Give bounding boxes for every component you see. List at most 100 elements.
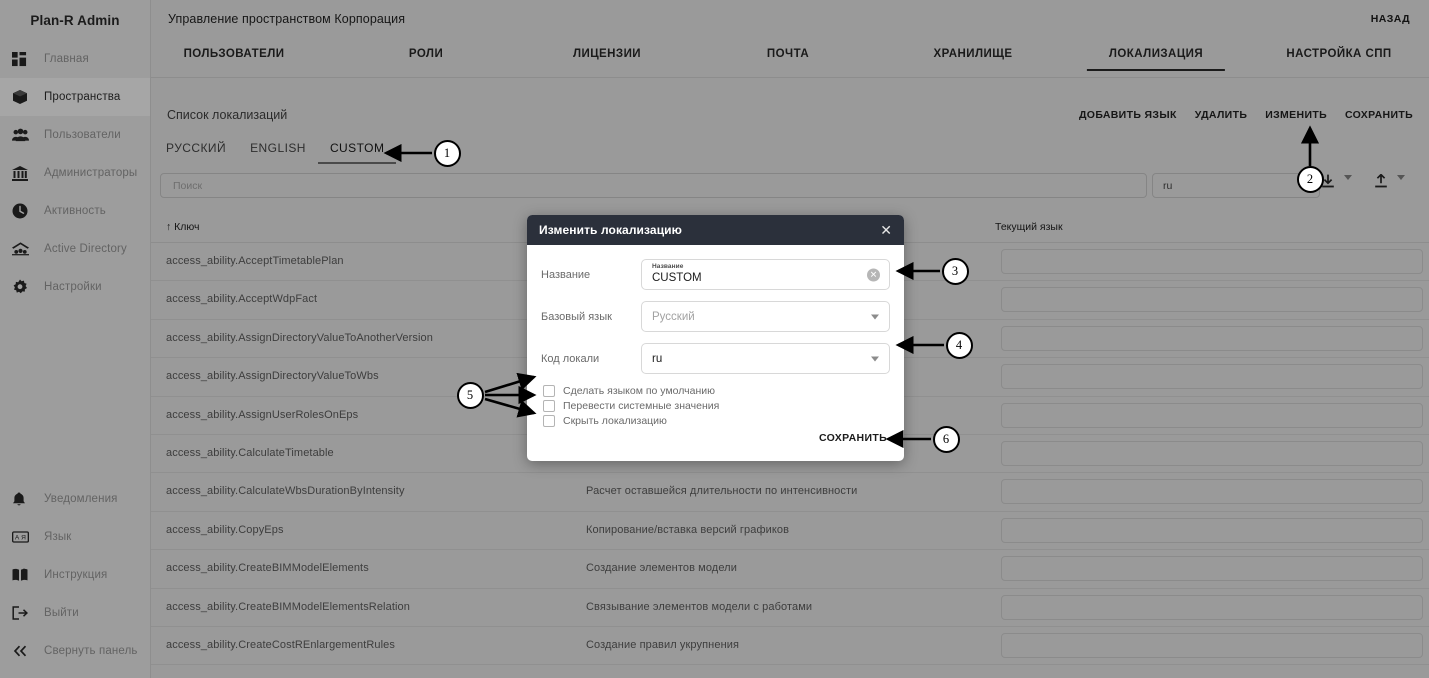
field-label-name: Название [541,268,591,281]
chevron-down-icon [1301,183,1309,188]
sidebar-item-nastroyki[interactable]: Настройки [0,268,150,306]
sidebar-item-yazyk[interactable]: AЯ Язык [0,518,151,556]
table-row[interactable]: access_ability.CalculateWbsDurationByInt… [151,473,1429,512]
table-row[interactable]: access_ability.CopyEps Копирование/вставк… [151,512,1429,551]
checkbox-hide-localization[interactable] [543,415,555,427]
tab-licenzii[interactable]: ЛИЦЕНЗИИ [573,48,641,69]
download-menu-caret-icon[interactable] [1344,175,1352,198]
tab-lokalizaciya[interactable]: ЛОКАЛИЗАЦИЯ [1086,48,1226,71]
cell-description: Связывание элементов модели с работами [586,600,813,613]
directory-icon [12,242,38,256]
tab-pochta[interactable]: ПОЧТА [767,48,809,69]
book-icon [12,568,38,582]
tab-polzovateli[interactable]: ПОЛЬЗОВАТЕЛИ [184,48,285,69]
edit-button[interactable]: ИЗМЕНИТЬ [1265,109,1327,121]
dialog-save-button[interactable]: СОХРАНИТЬ [819,432,887,444]
checkbox-row-translate-system-values[interactable]: Перевести системные значения [543,400,890,412]
cell-description: Копирование/вставка версий графиков [586,523,790,536]
cell-translation-input[interactable] [1001,287,1423,313]
table-row[interactable]: access_ability.CreateBIMModelElementsRel… [151,589,1429,627]
sidebar-bottom-group: Уведомления AЯ Язык Инструкция Выйти Све… [0,480,151,670]
edit-localization-dialog: Изменить локализацию ✕ Название Название… [527,215,904,461]
cell-key: access_ability.AssignUserRolesOnEps [166,408,359,421]
gear-icon [12,279,38,295]
delete-button[interactable]: УДАЛИТЬ [1195,109,1248,121]
cell-key: access_ability.CreateBIMModelElements [166,562,369,575]
table-row[interactable]: access_ability.CreateCostREnlargementRul… [151,627,1429,666]
chevron-down-icon [871,314,879,319]
dialog-header: Изменить локализацию ✕ [527,215,904,245]
dashboard-icon [12,51,38,67]
cell-translation-input[interactable] [1001,402,1423,428]
sidebar-item-instrukciya[interactable]: Инструкция [0,556,151,594]
table-row[interactable]: access_ability.CreateBIMModelElements Соз… [151,550,1429,589]
sidebar: Plan-R Admin Главная Пространства Пользо… [0,0,151,678]
cell-translation-input[interactable] [1001,556,1423,582]
checkbox-row-default-language[interactable]: Сделать языком по умолчанию [543,385,890,397]
cell-translation-input[interactable] [1001,364,1423,390]
sidebar-item-aktivnost[interactable]: Активность [0,192,150,230]
language-tab-custom[interactable]: CUSTOM [317,141,397,164]
field-label-locale-code: Код локали [541,352,600,365]
base-language-select[interactable]: Русский [641,301,890,332]
search-input[interactable]: Поиск [160,173,1147,198]
checkbox-translate-system-values[interactable] [543,400,555,412]
sidebar-collapse-button[interactable]: Свернуть панель [0,632,151,670]
main-tabs: ПОЛЬЗОВАТЕЛИ РОЛИ ЛИЦЕНЗИИ ПОЧТА ХРАНИЛИ… [151,40,1429,78]
cube-icon [12,89,38,105]
sidebar-item-glavnaya[interactable]: Главная [0,40,150,78]
locale-select-value: ru [1163,179,1173,192]
section-title: Список локализаций [167,108,288,122]
cell-key: access_ability.CreateBIMModelElementsRel… [166,600,410,613]
sidebar-item-uvedomleniya[interactable]: Уведомления [0,480,151,518]
cell-key: access_ability.CreateCostREnlargementRul… [166,638,395,651]
cell-translation-input[interactable] [1001,249,1423,274]
cell-translation-input[interactable] [1001,325,1423,351]
save-button[interactable]: СОХРАНИТЬ [1345,109,1413,121]
name-field[interactable]: Название CUSTOM ✕ [641,259,890,290]
dialog-body: Название Название CUSTOM ✕ Базовый язык … [527,245,904,427]
upload-icon[interactable] [1374,173,1388,194]
name-field-float-label: Название [652,263,684,270]
cell-key: access_ability.AssignDirectoryValueToWbs [166,370,379,383]
cell-translation-input[interactable] [1001,440,1423,466]
close-icon[interactable]: ✕ [880,223,892,237]
bank-icon [12,165,38,181]
checkbox-default-language[interactable] [543,385,555,397]
locale-code-value: ru [652,352,663,365]
sidebar-item-administratory[interactable]: Администраторы [0,154,150,192]
checkbox-row-hide-localization[interactable]: Скрыть локализацию [543,415,890,427]
search-placeholder: Поиск [173,179,203,192]
tab-hranilishche[interactable]: ХРАНИЛИЩЕ [934,48,1013,69]
chevron-down-icon [871,356,879,361]
cell-translation-input[interactable] [1001,517,1423,543]
download-icon[interactable] [1321,174,1335,194]
checkbox-label: Скрыть локализацию [563,415,667,427]
clear-icon[interactable]: ✕ [867,268,880,281]
sidebar-item-vyyti[interactable]: Выйти [0,594,151,632]
field-row-locale-code: Код локали ru [541,343,890,374]
sidebar-item-label: Активность [44,205,106,217]
app-brand: Plan-R Admin [30,12,120,28]
add-language-button[interactable]: ДОБАВИТЬ ЯЗЫК [1079,109,1177,121]
cell-translation-input[interactable] [1001,479,1423,505]
column-header-key[interactable]: ↑ Ключ [166,221,200,233]
cell-translation-input[interactable] [1001,594,1423,620]
svg-text:Я: Я [21,534,26,541]
app-root: Plan-R Admin Главная Пространства Пользо… [0,0,1429,678]
language-tab-english[interactable]: ENGLISH [238,141,318,164]
field-row-name: Название Название CUSTOM ✕ [541,259,890,290]
tab-roli[interactable]: РОЛИ [409,48,443,69]
language-tab-russkiy[interactable]: РУССКИЙ [166,141,238,164]
locale-select[interactable]: ru [1152,173,1320,198]
sidebar-item-prostranstva[interactable]: Пространства [0,78,150,116]
chevron-double-left-icon [12,645,38,657]
table-row[interactable] [151,665,1429,678]
cell-translation-input[interactable] [1001,632,1423,658]
upload-menu-caret-icon[interactable] [1397,175,1405,198]
sidebar-item-active-directory[interactable]: Active Directory [0,230,150,268]
tab-nastroyka-spp[interactable]: НАСТРОЙКА СПП [1286,48,1391,69]
back-button[interactable]: НАЗАД [1371,13,1410,25]
sidebar-item-polzovateli[interactable]: Пользователи [0,116,150,154]
locale-code-select[interactable]: ru [641,343,890,374]
